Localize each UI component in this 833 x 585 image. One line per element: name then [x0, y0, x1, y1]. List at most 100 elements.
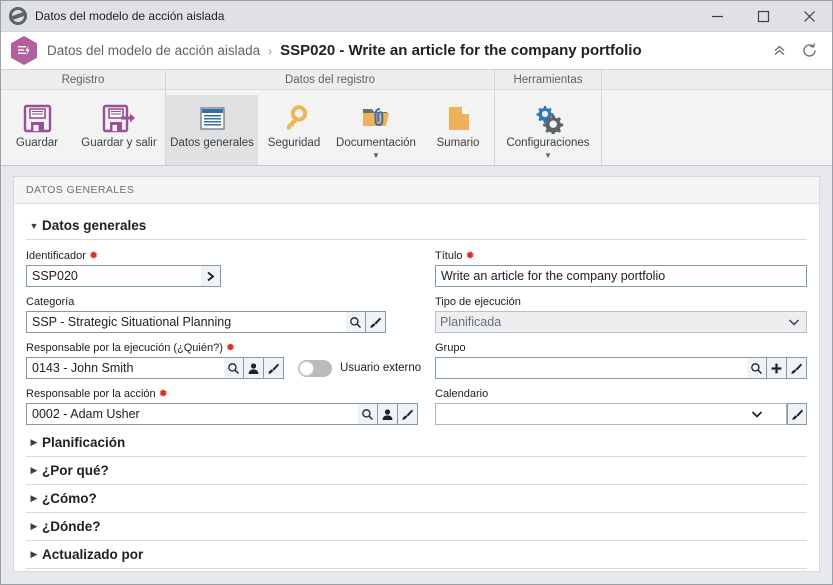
calendario-label: Calendario: [435, 387, 807, 401]
configuraciones-button[interactable]: Configuraciones ▼: [495, 95, 601, 165]
brush-icon[interactable]: [398, 403, 418, 425]
brush-icon[interactable]: [787, 357, 807, 379]
field-tipo-ejecucion: Tipo de ejecución Planificada: [435, 295, 807, 333]
document-icon: [445, 101, 472, 135]
responsable-accion-label: Responsable por la acción ✹: [26, 387, 429, 401]
grupo-field-wrap: [435, 357, 807, 379]
tab-sumario-label: Sumario: [436, 137, 480, 149]
field-titulo: Título ✹: [435, 249, 807, 287]
refresh-icon[interactable]: [796, 38, 822, 64]
tab-documentacion[interactable]: Documentación ▼: [330, 95, 422, 165]
section-title: Planificación: [42, 435, 126, 450]
general-data-form: Identificador ✹ SSP020 Título ✹ Write an…: [26, 240, 807, 425]
tab-seguridad-label: Seguridad: [267, 137, 321, 149]
usuario-externo-label: Usuario externo: [340, 362, 422, 374]
usuario-externo-toggle-area: Usuario externo: [298, 357, 421, 379]
window-title: Datos del modelo de acción aislada: [35, 9, 225, 23]
window-controls: [694, 1, 832, 32]
categoria-field-wrap: [26, 311, 386, 333]
brush-icon[interactable]: [366, 311, 386, 333]
identificador-label: Identificador ✹: [26, 249, 429, 263]
minimize-icon[interactable]: [694, 1, 740, 32]
guardar-label: Guardar: [15, 137, 59, 149]
key-icon: [280, 101, 309, 135]
tab-sumario[interactable]: Sumario: [422, 95, 494, 165]
ribbon-group-empty-title: [602, 70, 832, 90]
tipo-ejecucion-select[interactable]: Planificada: [435, 311, 807, 333]
configuraciones-label: Configuraciones: [506, 137, 590, 149]
responsable-ejecucion-label-text: Responsable por la ejecución (¿Quién?): [26, 342, 223, 354]
guardar-y-salir-button[interactable]: Guardar y salir: [73, 95, 165, 165]
guardar-button[interactable]: Guardar: [1, 95, 73, 165]
responsable-ejecucion-field-wrap: [26, 357, 284, 379]
ribbon-group-empty: [602, 70, 832, 166]
save-and-exit-icon: [102, 101, 136, 135]
calendario-select[interactable]: [435, 403, 787, 425]
brush-icon[interactable]: [787, 403, 807, 425]
ribbon-toolbar: Registro Guardar Guardar y salir Datos d…: [1, 70, 832, 166]
identificador-input[interactable]: [26, 265, 201, 287]
calendario-select-wrap: [435, 403, 787, 425]
section-header-donde[interactable]: ▶ ¿Dónde?: [26, 513, 807, 541]
hexagon-action-icon: [11, 36, 37, 65]
section-header-por-que[interactable]: ▶ ¿Por qué?: [26, 457, 807, 485]
title-bar: Datos del modelo de acción aislada: [1, 1, 832, 32]
ribbon-group-title: Datos del registro: [166, 70, 494, 90]
triangle-right-icon: ▶: [30, 521, 38, 531]
application-window: Datos del modelo de acción aislada Datos…: [0, 0, 833, 585]
search-icon[interactable]: [358, 403, 378, 425]
ribbon-group-title: Herramientas: [495, 70, 601, 90]
responsable-accion-input[interactable]: [26, 403, 358, 425]
tab-seguridad[interactable]: Seguridad: [258, 95, 330, 165]
calendario-label-text: Calendario: [435, 388, 489, 400]
section-title: ¿Dónde?: [42, 519, 101, 534]
datos-generales-panel: DATOS GENERALES ▼ Datos generales Identi…: [13, 176, 820, 572]
person-icon[interactable]: [378, 403, 398, 425]
usuario-externo-toggle[interactable]: [298, 359, 332, 377]
titulo-label: Título ✹: [435, 249, 807, 263]
chevron-down-icon[interactable]: ▼: [372, 152, 380, 160]
triangle-right-icon: ▶: [30, 549, 38, 559]
tipo-ejecucion-field-wrap: Planificada: [435, 311, 807, 333]
categoria-label-text: Categoría: [26, 296, 75, 308]
tipo-ejecucion-select-wrap: Planificada: [435, 311, 807, 333]
ribbon-group-empty-items: [602, 90, 832, 166]
search-icon[interactable]: [224, 357, 244, 379]
section-header-como[interactable]: ▶ ¿Cómo?: [26, 485, 807, 513]
plus-icon[interactable]: [767, 357, 787, 379]
ribbon-group-herramientas: Herramientas Configuraciones ▼: [495, 70, 602, 166]
triangle-right-icon: ▶: [30, 465, 38, 475]
responsable-ejecucion-input[interactable]: [26, 357, 224, 379]
brush-icon[interactable]: [264, 357, 284, 379]
categoria-input[interactable]: [26, 311, 346, 333]
tipo-ejecucion-label: Tipo de ejecución: [435, 295, 807, 309]
tipo-ejecucion-label-text: Tipo de ejecución: [435, 296, 521, 308]
search-icon[interactable]: [346, 311, 366, 333]
chevron-down-icon[interactable]: ▼: [544, 152, 552, 160]
maximize-icon[interactable]: [740, 1, 786, 32]
section-header-actualizado-por[interactable]: ▶ Actualizado por: [26, 541, 807, 569]
search-icon[interactable]: [747, 357, 767, 379]
titulo-input[interactable]: [435, 265, 807, 287]
section-header-planificacion[interactable]: ▶ Planificación: [26, 429, 807, 457]
required-marker-icon: ✹: [225, 341, 236, 354]
close-icon[interactable]: [786, 1, 832, 32]
calendario-field-wrap: [435, 403, 807, 425]
person-icon[interactable]: [244, 357, 264, 379]
field-calendario: Calendario: [435, 387, 807, 425]
form-row-identificador-titulo: Identificador ✹ SSP020 Título ✹ Write an…: [26, 249, 807, 287]
breadcrumb-root[interactable]: Datos del modelo de acción aislada: [47, 43, 260, 58]
guardar-y-salir-label: Guardar y salir: [81, 137, 157, 149]
tab-datos-generales[interactable]: Datos generales: [166, 95, 258, 165]
titulo-field-wrap: [435, 265, 807, 287]
grupo-input[interactable]: [435, 357, 747, 379]
chevron-right-icon[interactable]: [201, 265, 221, 287]
form-row-categoria-tipo: Categoría SSP - Strategic Situational Pl…: [26, 295, 807, 333]
ribbon-group-datos-del-registro: Datos del registro Datos generales Segur…: [166, 70, 495, 166]
double-chevron-up-icon[interactable]: [766, 38, 792, 64]
responsable-ejecucion-label: Responsable por la ejecución (¿Quién?) ✹: [26, 341, 429, 355]
responsable-accion-field-wrap: [26, 403, 418, 425]
section-header-datos-generales[interactable]: ▼ Datos generales: [26, 212, 807, 240]
ribbon-group-registro: Registro Guardar Guardar y salir: [1, 70, 166, 166]
grupo-label-text: Grupo: [435, 342, 466, 354]
